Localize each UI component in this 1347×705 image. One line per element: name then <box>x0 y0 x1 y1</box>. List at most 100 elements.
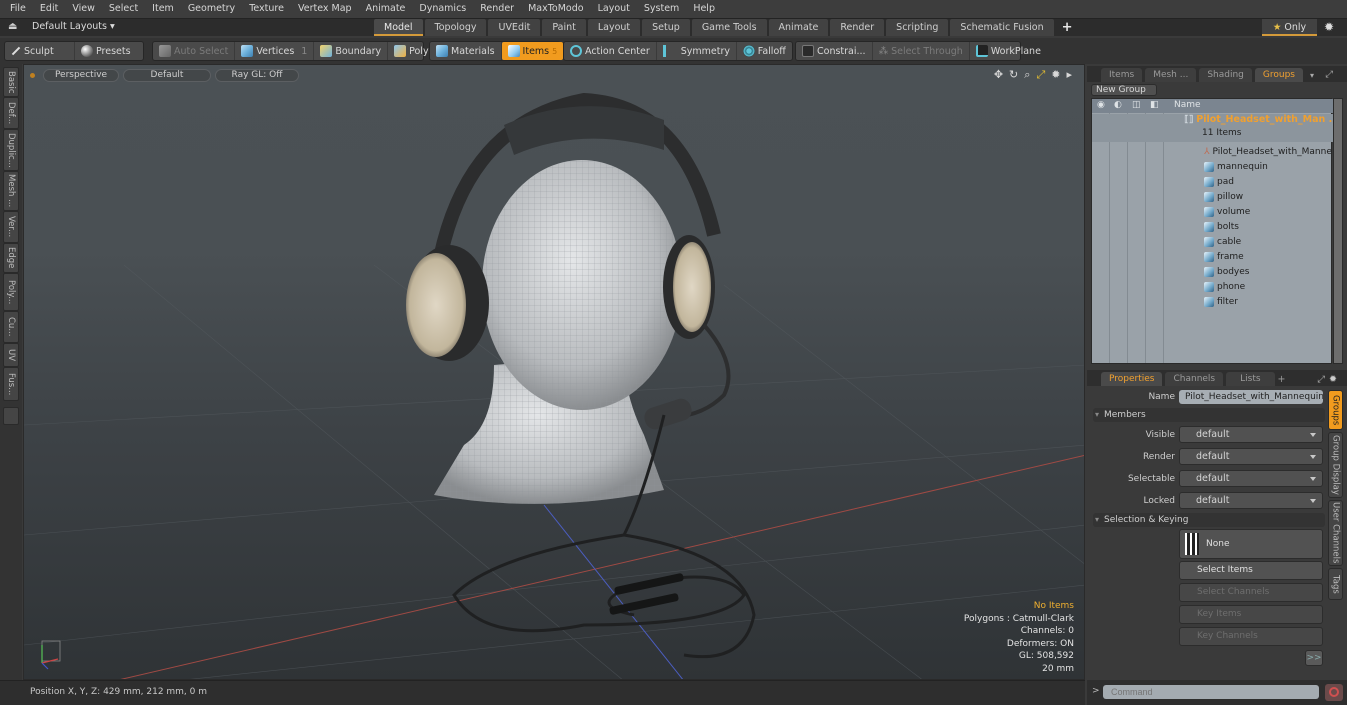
side-tab-group-display[interactable]: Group Display <box>1328 432 1343 498</box>
list-item[interactable]: frame <box>1092 249 1333 264</box>
side-tab-user-channels[interactable]: User Channels <box>1328 500 1343 566</box>
tab-model[interactable]: Model <box>374 19 423 36</box>
side-tab-groups[interactable]: Groups <box>1328 390 1343 430</box>
items-button[interactable]: Items 5 <box>501 42 564 60</box>
record-button[interactable] <box>1325 684 1343 701</box>
tabs-dropdown-icon[interactable]: ▾ <box>1310 71 1314 80</box>
menu-file[interactable]: File <box>4 0 34 18</box>
pan-icon[interactable]: ✥ <box>994 68 1003 82</box>
falloff-button[interactable]: Falloff <box>737 42 792 60</box>
group-row[interactable]: ⟦⟧ Pilot_Headset_with_Man ... 11 Items <box>1092 114 1339 142</box>
list-item[interactable]: cable <box>1092 234 1333 249</box>
collapse-arrow-icon[interactable]: ⏏ <box>8 21 17 32</box>
expand-arrow-icon[interactable]: ▸ <box>1066 68 1072 82</box>
selectable-dropdown[interactable]: default <box>1179 470 1323 487</box>
menu-render[interactable]: Render <box>474 0 522 18</box>
menu-edit[interactable]: Edit <box>34 0 66 18</box>
gear-icon[interactable]: ✹ <box>1324 20 1334 34</box>
tab-mesh[interactable]: Mesh ... <box>3 171 19 211</box>
select-through-button[interactable]: ⁂ Select Through <box>873 42 970 60</box>
menu-dynamics[interactable]: Dynamics <box>413 0 474 18</box>
members-section-header[interactable]: Members <box>1093 408 1325 422</box>
tab-paint[interactable]: Paint <box>542 19 586 36</box>
list-item[interactable]: pillow <box>1092 189 1333 204</box>
3d-viewport[interactable]: Perspective Default Ray GL: Off ✥ ↻ ⌕ ⤢ … <box>23 64 1085 680</box>
vertices-button[interactable]: Vertices 1 <box>235 42 315 60</box>
layouts-dropdown[interactable]: Default Layouts ▾ <box>32 21 115 32</box>
menu-layout[interactable]: Layout <box>592 0 638 18</box>
tab-render[interactable]: Render <box>830 19 885 36</box>
tab-polygon[interactable]: Poly... <box>3 273 19 311</box>
zoom-icon[interactable]: ⌕ <box>1024 68 1030 82</box>
menu-help[interactable]: Help <box>687 0 723 18</box>
menu-geometry[interactable]: Geometry <box>182 0 243 18</box>
tab-items[interactable]: Items <box>1101 68 1143 82</box>
render-dropdown[interactable]: default <box>1179 448 1323 465</box>
none-button[interactable]: None <box>1179 529 1323 559</box>
list-item[interactable]: ⅄ Pilot_Headset_with_Manne ... <box>1092 144 1343 159</box>
menu-system[interactable]: System <box>638 0 687 18</box>
lock-column-icon[interactable]: ◧ <box>1150 100 1159 110</box>
tab-topology[interactable]: Topology <box>424 19 487 36</box>
tab-vertex[interactable]: Ver... <box>3 211 19 243</box>
locked-dropdown[interactable]: default <box>1179 492 1323 509</box>
select-column-icon[interactable]: ◫ <box>1132 100 1141 110</box>
tab-deform[interactable]: Def... <box>3 97 19 129</box>
view-mode-button[interactable]: Perspective <box>43 68 119 82</box>
list-item[interactable]: phone <box>1092 279 1333 294</box>
tab-basic[interactable]: Basic <box>3 67 19 97</box>
maximize-icon[interactable]: ⤢ <box>1325 69 1333 80</box>
only-toggle[interactable]: ★ Only <box>1262 19 1317 36</box>
menu-animate[interactable]: Animate <box>360 0 414 18</box>
list-item[interactable]: bolts <box>1092 219 1333 234</box>
tab-schematic-fusion[interactable]: Schematic Fusion <box>950 19 1054 36</box>
tab-shading[interactable]: Shading <box>1199 68 1252 82</box>
list-item[interactable]: volume <box>1092 204 1333 219</box>
render-column-icon[interactable]: ◐ <box>1114 100 1122 110</box>
tab-groups[interactable]: Groups <box>1254 68 1303 82</box>
tab-fusion[interactable]: Fus... <box>3 367 19 401</box>
rotate-icon[interactable]: ↻ <box>1009 68 1018 82</box>
tab-properties[interactable]: Properties <box>1101 372 1163 386</box>
menu-item[interactable]: Item <box>146 0 182 18</box>
tab-lists[interactable]: Lists <box>1226 372 1275 386</box>
more-button[interactable]: >> <box>1305 650 1323 666</box>
key-items-button[interactable]: Key Items <box>1179 605 1323 624</box>
settings-icon[interactable]: ✹ <box>1051 68 1060 82</box>
selection-keying-section-header[interactable]: Selection & Keying <box>1093 513 1325 527</box>
tab-setup[interactable]: Setup <box>642 19 690 36</box>
add-tab-button[interactable]: + <box>1278 374 1286 385</box>
boundary-button[interactable]: Boundary <box>314 42 389 60</box>
menu-maxtomodo[interactable]: MaxToModo <box>522 0 592 18</box>
shading-mode-button[interactable]: Default <box>123 68 211 82</box>
presets-button[interactable]: Presets <box>75 42 137 60</box>
tab-layout[interactable]: Layout <box>587 19 641 36</box>
symmetry-button[interactable]: Symmetry <box>657 42 737 60</box>
list-item[interactable]: filter <box>1092 294 1333 309</box>
raygl-button[interactable]: Ray GL: Off <box>215 68 299 82</box>
sculpt-button[interactable]: Sculpt <box>5 42 75 60</box>
groups-list-scrollbar[interactable] <box>1333 98 1343 364</box>
tab-animate[interactable]: Animate <box>768 19 829 36</box>
key-channels-button[interactable]: Key Channels <box>1179 627 1323 646</box>
new-group-button[interactable]: New Group <box>1091 84 1157 96</box>
tab-extra[interactable] <box>3 407 19 425</box>
action-center-button[interactable]: Action Center <box>564 42 657 60</box>
command-input[interactable] <box>1103 685 1319 699</box>
select-channels-button[interactable]: Select Channels <box>1179 583 1323 602</box>
side-tab-tags[interactable]: Tags <box>1328 568 1343 600</box>
menu-texture[interactable]: Texture <box>243 0 292 18</box>
maximize-icon[interactable]: ⤢ <box>1317 374 1325 385</box>
name-field[interactable]: Pilot_Headset_with_Mannequin_H <box>1179 390 1323 404</box>
tab-channels[interactable]: Channels <box>1165 372 1224 386</box>
visible-dropdown[interactable]: default <box>1179 426 1323 443</box>
tab-game-tools[interactable]: Game Tools <box>691 19 767 36</box>
tab-curve[interactable]: Cu... <box>3 311 19 343</box>
constraints-button[interactable]: Constrai... <box>796 42 873 60</box>
auto-select-button[interactable]: Auto Select <box>153 42 236 60</box>
menu-select[interactable]: Select <box>103 0 146 18</box>
visibility-column-icon[interactable]: ◉ <box>1097 100 1105 110</box>
menu-view[interactable]: View <box>66 0 103 18</box>
add-tab-button[interactable]: + <box>1056 19 1079 37</box>
workplane-button[interactable]: WorkPlane <box>970 42 1047 60</box>
